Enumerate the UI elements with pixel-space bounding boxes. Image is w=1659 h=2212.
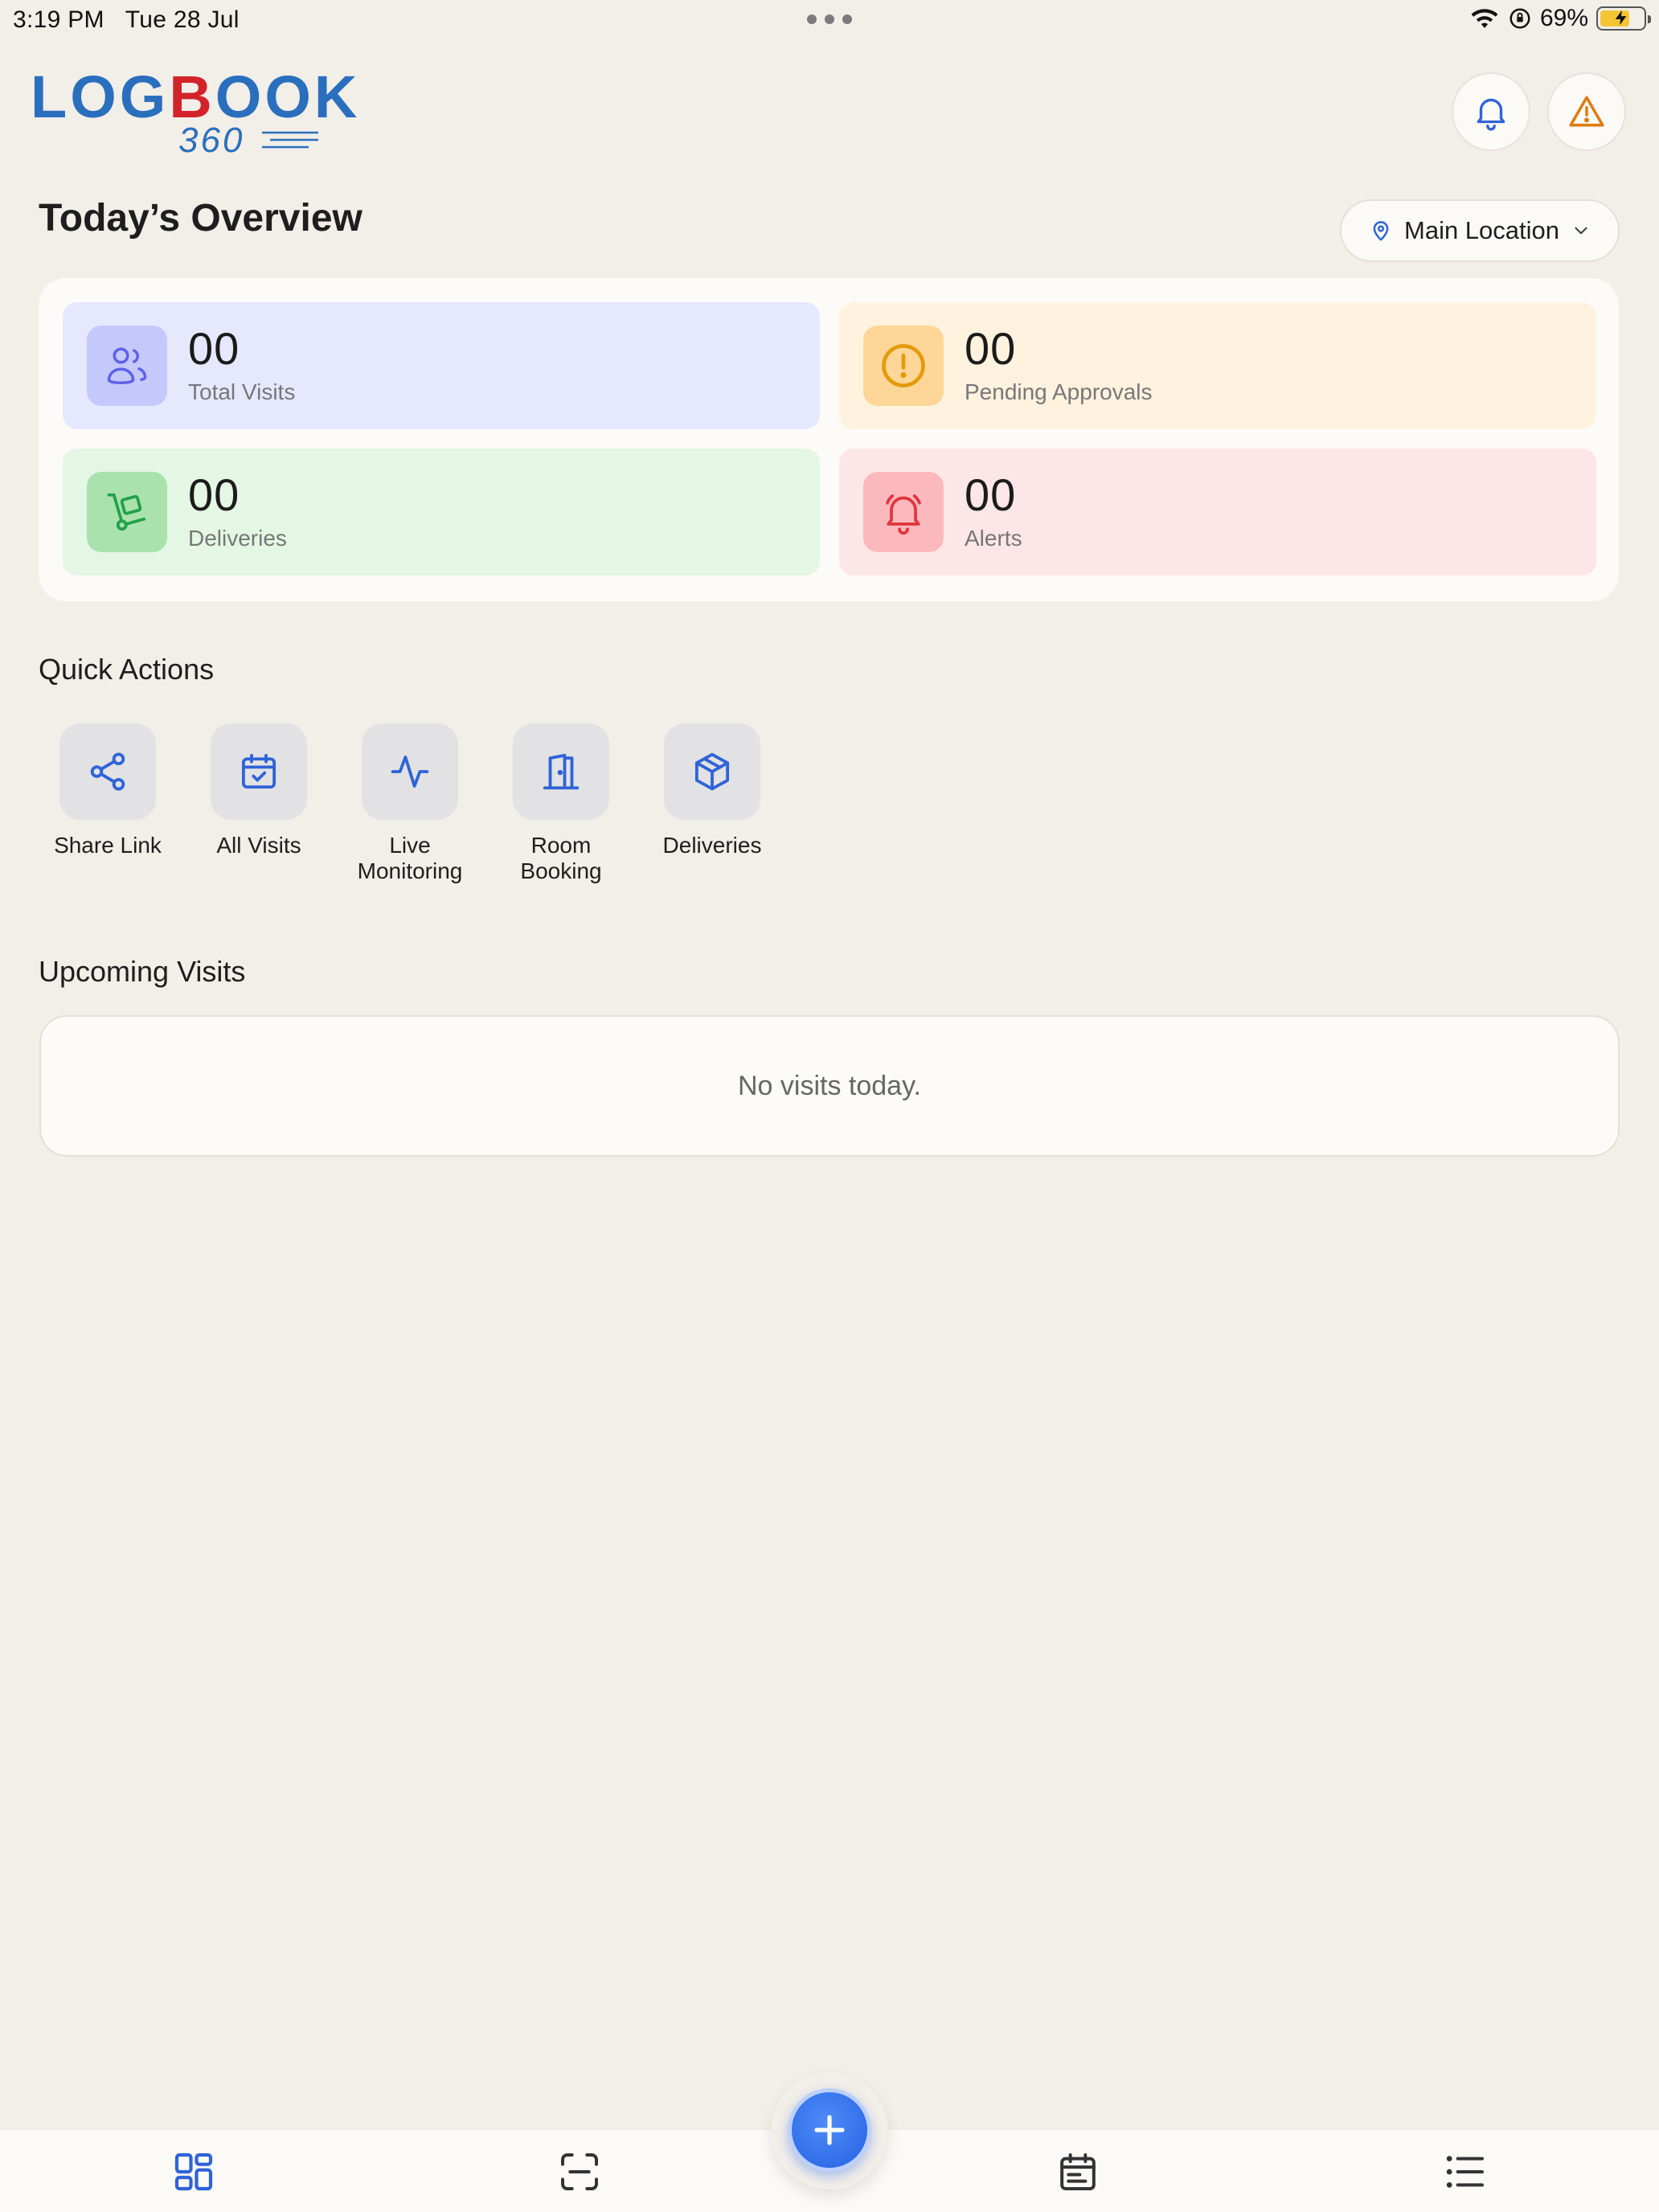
- wifi-icon: [1469, 6, 1500, 31]
- logbook-360-logo: LOGBOOK 360: [31, 63, 361, 161]
- hand-truck-icon: [87, 472, 167, 552]
- activity-icon: [362, 723, 458, 820]
- plus-icon: [810, 2111, 849, 2149]
- quick-action-share-link[interactable]: Share Link: [32, 723, 183, 884]
- quick-action-deliveries[interactable]: Deliveries: [637, 723, 788, 884]
- multitasking-dots[interactable]: [807, 14, 852, 24]
- stat-alerts[interactable]: 00 Alerts: [839, 449, 1596, 576]
- status-time: 3:19 PM Tue 28 Jul: [13, 6, 240, 33]
- map-pin-icon: [1369, 218, 1393, 244]
- upcoming-visits-title: Upcoming Visits: [39, 955, 246, 988]
- dashboard-icon: [171, 2149, 216, 2194]
- exclamation-circle-icon: [863, 326, 944, 406]
- battery-percent: 69%: [1539, 5, 1588, 31]
- quick-action-live-monitoring[interactable]: Live Monitoring: [334, 723, 485, 884]
- orientation-lock-icon: [1508, 6, 1532, 31]
- upcoming-visits-card: No visits today.: [39, 1015, 1620, 1157]
- stat-deliveries[interactable]: 00 Deliveries: [63, 449, 820, 576]
- list-icon: [1443, 2149, 1488, 2194]
- stat-total-visits[interactable]: 00 Total Visits: [63, 302, 820, 429]
- stat-pending-approvals[interactable]: 00 Pending Approvals: [839, 302, 1596, 429]
- quick-action-all-visits[interactable]: All Visits: [183, 723, 334, 884]
- nav-dashboard[interactable]: [170, 2148, 218, 2196]
- quick-action-label: Deliveries: [662, 833, 762, 858]
- location-selector[interactable]: Main Location: [1340, 199, 1620, 262]
- quick-action-room-booking[interactable]: Room Booking: [485, 723, 637, 884]
- package-icon: [664, 723, 760, 820]
- nav-menu[interactable]: [1441, 2148, 1489, 2196]
- quick-action-label: All Visits: [216, 833, 301, 858]
- bell-icon: [1471, 92, 1511, 132]
- stat-label: Deliveries: [188, 526, 287, 551]
- stat-value: 00: [965, 323, 1017, 374]
- alerts-button[interactable]: [1547, 72, 1626, 151]
- stat-label: Total Visits: [188, 379, 296, 404]
- bell-icon: [863, 472, 944, 552]
- page-title: Today’s Overview: [39, 197, 363, 240]
- nav-calendar[interactable]: [1054, 2148, 1102, 2196]
- stat-value: 00: [965, 469, 1017, 520]
- door-icon: [513, 723, 609, 820]
- quick-actions-row: Share Link All Visits Live Monitoring Roo…: [32, 723, 788, 884]
- nav-scan[interactable]: [555, 2148, 604, 2196]
- chevron-down-icon: [1571, 220, 1591, 241]
- warning-triangle-icon: [1567, 92, 1607, 132]
- battery-icon: [1596, 6, 1651, 31]
- quick-action-label: Room Booking: [520, 833, 602, 884]
- status-right: 69%: [1469, 5, 1651, 32]
- quick-action-label: Share Link: [54, 833, 162, 858]
- status-bar: 3:19 PM Tue 28 Jul 69%: [0, 0, 1659, 40]
- quick-action-label: Live Monitoring: [357, 833, 463, 884]
- stat-label: Alerts: [965, 526, 1022, 551]
- calendar-check-icon: [211, 723, 307, 820]
- overview-card: 00 Total Visits 00 Pending Approvals 00 …: [39, 278, 1619, 601]
- share-icon: [59, 723, 156, 820]
- location-label: Main Location: [1404, 216, 1560, 244]
- quick-actions-title: Quick Actions: [39, 653, 215, 686]
- calendar-icon: [1055, 2149, 1100, 2194]
- add-button[interactable]: [788, 2088, 871, 2172]
- empty-state-text: No visits today.: [737, 1070, 921, 1101]
- scan-icon: [557, 2149, 602, 2194]
- stat-value: 00: [188, 469, 240, 520]
- stat-label: Pending Approvals: [965, 379, 1153, 404]
- notifications-button[interactable]: [1452, 72, 1530, 151]
- stat-value: 00: [188, 323, 240, 374]
- users-icon: [87, 326, 167, 406]
